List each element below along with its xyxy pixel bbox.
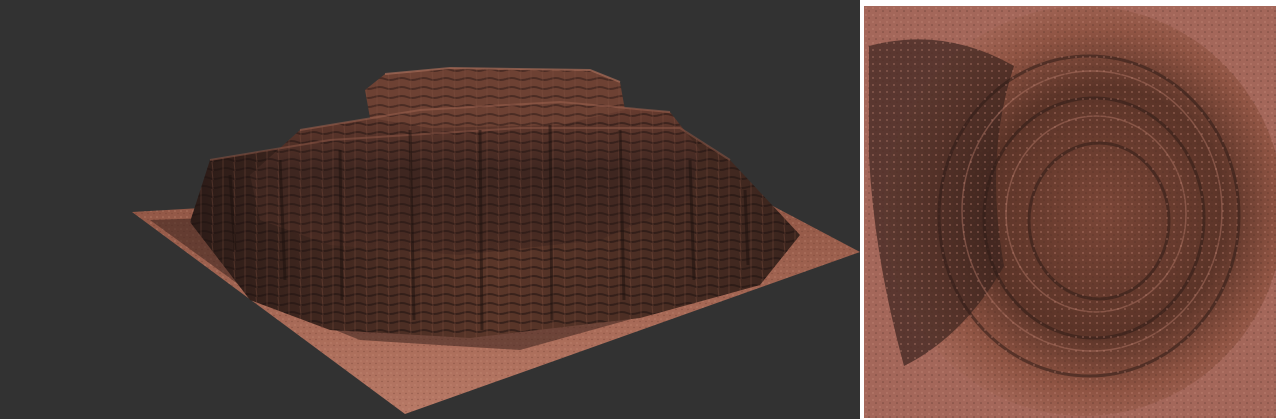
- terrain-3d-viewport[interactable]: [0, 0, 860, 419]
- top-down-texture-view[interactable]: [864, 6, 1276, 418]
- terrain-texture-map: [864, 6, 1276, 418]
- terrain-render: [132, 66, 860, 414]
- screenshot-frame: [0, 0, 1280, 419]
